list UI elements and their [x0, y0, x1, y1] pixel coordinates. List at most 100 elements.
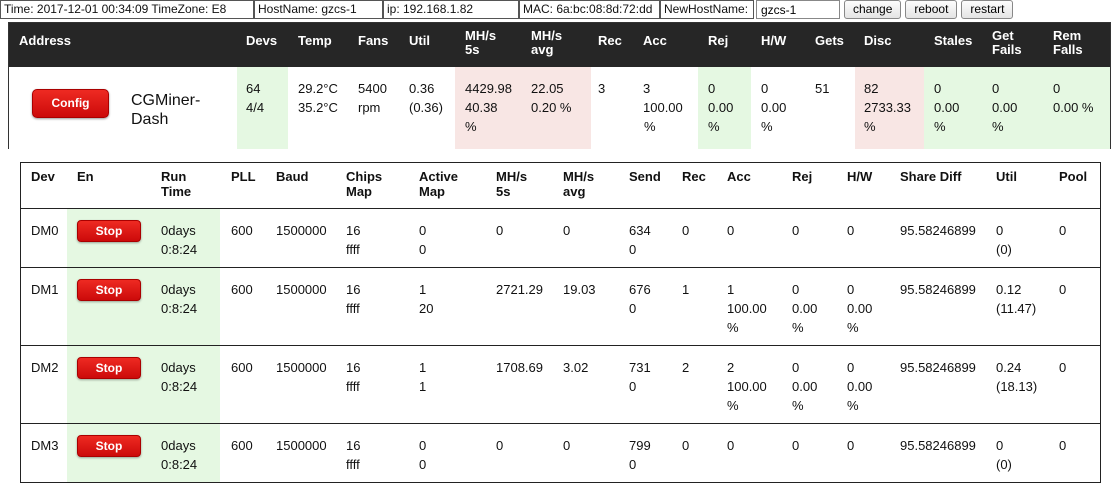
row-run-time: 0days 0:8:24 [161, 282, 198, 316]
row-send: 634 0 [629, 223, 651, 257]
row-mhs-5s: 0 [496, 223, 504, 238]
row-pll: 600 [231, 360, 253, 375]
time-display: Time: 2017-12-01 00:34:09 TimeZone: E8 [0, 0, 254, 19]
change-button[interactable]: change [844, 0, 902, 19]
row-mhs-5s: 0 [496, 438, 504, 453]
row-acc: 0 [727, 223, 735, 238]
row-share-diff: 95.58246899 [900, 223, 976, 238]
col-hw: H/W [761, 33, 787, 48]
config-button[interactable]: Config [32, 89, 109, 118]
summary-fans: 5400 rpm [358, 81, 387, 115]
row-dev: DM0 [31, 223, 59, 238]
row-pool: 0 [1059, 223, 1067, 238]
summary-acc: 3 100.00% [643, 81, 683, 134]
row-acc: 1 100.00% [727, 282, 767, 335]
reboot-button[interactable]: reboot [905, 0, 958, 19]
row-util: 0.12 (11.47) [996, 282, 1037, 316]
table-row: DM1 Stop 0days 0:8:24 600 1500000 16 ffff … [21, 268, 1100, 346]
table-row: DM2 Stop 0days 0:8:24 600 1500000 16 ffff … [21, 346, 1100, 424]
row-pool: 0 [1059, 360, 1067, 375]
row-share-diff: 95.58246899 [900, 438, 976, 453]
row-mhs-avg: 0 [563, 223, 571, 238]
row-pll: 600 [231, 282, 253, 297]
stop-button[interactable]: Stop [77, 435, 141, 457]
summary-rem-fails: 0 0.00 % [1053, 81, 1094, 115]
row-run-time: 0days 0:8:24 [161, 438, 198, 472]
row-hw: 0 [847, 438, 855, 453]
row-active-map: 00 [419, 223, 427, 257]
col-pool: Pool [1059, 169, 1088, 184]
row-share-diff: 95.58246899 [900, 360, 976, 375]
new-hostname-input[interactable] [756, 0, 840, 19]
col-pll: PLL [231, 169, 256, 184]
row-util: 0.24 (18.13) [996, 360, 1038, 394]
row-rej: 0 0.00% [792, 282, 818, 335]
row-active-map: 11 [419, 360, 427, 394]
col-share-diff: Share Diff [900, 169, 962, 184]
summary-disc: 82 2733.33% [864, 81, 911, 134]
summary-get-fails: 0 0.00% [992, 81, 1018, 134]
col-acc: Acc [643, 33, 667, 48]
row-baud: 1500000 [276, 360, 327, 375]
col-mhs-avg: MH/s avg [531, 28, 563, 57]
row-chips-map: 16 ffff [346, 438, 361, 472]
row-hw: 0 0.00% [847, 282, 873, 335]
summary-rec: 3 [598, 81, 606, 96]
col-mhs-5s: MH/s 5s [465, 28, 497, 57]
row-run-time: 0days 0:8:24 [161, 223, 198, 257]
new-hostname-label: NewHostName: [660, 0, 754, 19]
summary-mhs-5s: 4429.98 40.38% [465, 81, 512, 134]
restart-button[interactable]: restart [961, 0, 1014, 19]
row-rec: 2 [682, 360, 690, 375]
stop-button[interactable]: Stop [77, 357, 141, 379]
row-chips-map: 16 ffff [346, 360, 361, 394]
row-rej: 0 [792, 438, 800, 453]
col-baud: Baud [276, 169, 309, 184]
miner-name: CGMiner- Dash [131, 92, 201, 128]
row-baud: 1500000 [276, 438, 327, 453]
summary-mhs-avg: 22.05 0.20 % [531, 81, 572, 115]
summary-devs: 64 4/4 [246, 81, 265, 115]
row-mhs-avg: 19.03 [563, 282, 596, 297]
col-util: Util [409, 33, 430, 48]
row-dev: DM3 [31, 438, 59, 453]
col-temp: Temp [298, 33, 332, 48]
row-run-time: 0days 0:8:24 [161, 360, 198, 394]
mac-display: MAC: 6a:bc:08:8d:72:dd [519, 0, 660, 19]
row-send: 676 0 [629, 282, 651, 316]
summary-row: Config CGMiner- Dash 64 4/4 29.2°C 35.2°C 5… [9, 67, 1110, 149]
col-disc: Disc [864, 33, 892, 48]
row-acc: 0 [727, 438, 735, 453]
col-util: Util [996, 169, 1017, 184]
summary-util: 0.36 (0.36) [409, 81, 443, 115]
col-rej: Rej [708, 33, 729, 48]
row-dev: DM2 [31, 360, 59, 375]
col-address: Address [19, 33, 72, 48]
row-rej: 0 [792, 223, 800, 238]
summary-header: Address Devs Temp Fans Util MH/s 5s MH/s a… [9, 23, 1110, 67]
row-acc: 2 100.00% [727, 360, 767, 413]
hostname-display: HostName: gzcs-1 [254, 0, 383, 19]
col-hw: H/W [847, 169, 873, 184]
table-row: DM3 Stop 0days 0:8:24 600 1500000 16 ffff … [21, 424, 1100, 483]
row-hw: 0 0.00% [847, 360, 873, 413]
stop-button[interactable]: Stop [77, 220, 141, 242]
device-table-header: Dev En Run Time PLL Baud Chips Map Active M… [21, 163, 1100, 209]
col-rec: Rec [598, 33, 622, 48]
col-devs: Devs [246, 33, 278, 48]
col-rej: Rej [792, 169, 813, 184]
status-bar: Time: 2017-12-01 00:34:09 TimeZone: E8 H… [0, 0, 1113, 19]
col-fans: Fans [358, 33, 389, 48]
row-chips-map: 16 ffff [346, 223, 361, 257]
device-table: Dev En Run Time PLL Baud Chips Map Active M… [20, 162, 1101, 483]
row-active-map: 1 20 [419, 282, 434, 316]
row-mhs-5s: 1708.69 [496, 360, 543, 375]
row-pool: 0 [1059, 438, 1067, 453]
col-send: Send [629, 169, 661, 184]
row-mhs-avg: 0 [563, 438, 571, 453]
col-get-fails: Get Fails [992, 28, 1022, 57]
row-rec: 0 [682, 438, 690, 453]
col-mhs-5s: MH/s 5s [496, 169, 528, 199]
col-mhs-avg: MH/s avg [563, 169, 595, 199]
stop-button[interactable]: Stop [77, 279, 141, 301]
